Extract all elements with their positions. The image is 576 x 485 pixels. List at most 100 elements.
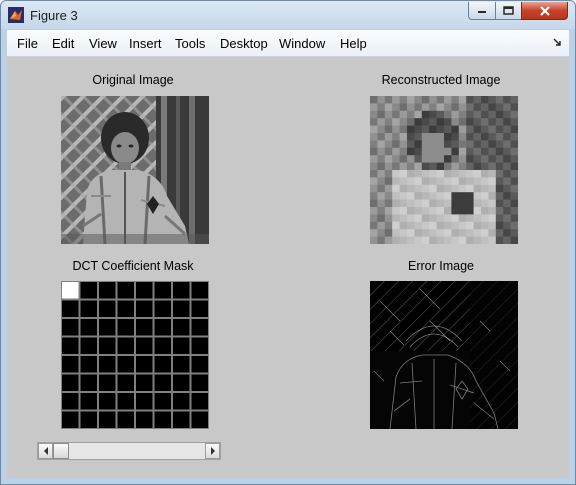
mask-cell[interactable] <box>191 374 209 392</box>
mask-cell[interactable] <box>62 411 79 429</box>
mask-cell[interactable] <box>191 337 209 355</box>
coefficient-slider[interactable] <box>37 442 221 460</box>
mask-cell[interactable] <box>99 282 116 299</box>
dock-arrow-icon[interactable] <box>553 38 563 48</box>
mask-cell[interactable] <box>173 319 190 336</box>
mask-cell[interactable] <box>117 356 135 373</box>
mask-cell[interactable] <box>117 337 135 355</box>
mask-cell[interactable] <box>117 374 135 392</box>
mask-cell[interactable] <box>154 356 172 373</box>
title-bar[interactable]: Figure 3 <box>1 1 575 30</box>
mask-cell[interactable] <box>191 300 209 318</box>
mask-cell[interactable] <box>136 356 153 373</box>
mask-cell[interactable] <box>117 319 135 336</box>
mask-cell[interactable] <box>117 282 135 299</box>
mask-cell[interactable] <box>62 282 79 299</box>
close-button[interactable] <box>521 2 568 20</box>
mask-cell[interactable] <box>154 411 172 429</box>
recon-block <box>384 229 393 237</box>
mask-cell[interactable] <box>62 319 79 336</box>
mask-cell[interactable] <box>80 300 98 318</box>
mask-cell[interactable] <box>173 393 190 410</box>
mask-cell[interactable] <box>191 319 209 336</box>
dct-mask-grid[interactable] <box>61 281 209 429</box>
mask-cell[interactable] <box>80 337 98 355</box>
recon-block <box>384 147 393 156</box>
mask-cell[interactable] <box>62 337 79 355</box>
mask-cell[interactable] <box>62 393 79 410</box>
mask-cell[interactable] <box>62 356 79 373</box>
mask-cell[interactable] <box>191 393 209 410</box>
mask-cell[interactable] <box>191 356 209 373</box>
menu-tools[interactable]: Tools <box>175 36 205 51</box>
recon-block <box>370 229 378 237</box>
mask-cell[interactable] <box>80 282 98 299</box>
mask-cell[interactable] <box>154 282 172 299</box>
mask-cell[interactable] <box>62 374 79 392</box>
mask-cell[interactable] <box>80 374 98 392</box>
mask-cell[interactable] <box>191 282 209 299</box>
slider-thumb[interactable] <box>53 443 69 459</box>
recon-block <box>510 155 519 163</box>
mask-cell[interactable] <box>136 282 153 299</box>
mask-cell[interactable] <box>173 300 190 318</box>
matlab-logo-icon <box>8 7 24 23</box>
mask-cell[interactable] <box>136 374 153 392</box>
menu-insert[interactable]: Insert <box>129 36 162 51</box>
maximize-button[interactable] <box>495 2 522 20</box>
mask-cell[interactable] <box>136 393 153 410</box>
menu-file[interactable]: File <box>17 36 38 51</box>
mask-cell[interactable] <box>80 393 98 410</box>
menu-help[interactable]: Help <box>340 36 367 51</box>
slider-left-arrow[interactable] <box>38 443 53 459</box>
mask-cell[interactable] <box>99 411 116 429</box>
slider-right-arrow[interactable] <box>205 443 220 459</box>
recon-block <box>444 177 452 186</box>
mask-cell[interactable] <box>173 337 190 355</box>
recon-block <box>377 118 386 126</box>
recon-block <box>451 140 460 149</box>
mask-cell[interactable] <box>173 411 190 429</box>
menu-desktop[interactable]: Desktop <box>220 36 268 51</box>
mask-cell[interactable] <box>62 300 79 318</box>
recon-block <box>407 147 415 156</box>
mask-cell[interactable] <box>136 300 153 318</box>
mask-cell[interactable] <box>154 337 172 355</box>
mask-cell[interactable] <box>136 337 153 355</box>
mask-cell[interactable] <box>191 411 209 429</box>
original-image <box>61 96 209 245</box>
mask-cell[interactable] <box>99 374 116 392</box>
mask-cell[interactable] <box>117 411 135 429</box>
mask-cell[interactable] <box>136 411 153 429</box>
mask-cell[interactable] <box>99 393 116 410</box>
recon-block <box>436 118 445 126</box>
mask-cell[interactable] <box>117 393 135 410</box>
mask-cell[interactable] <box>154 393 172 410</box>
menu-window[interactable]: Window <box>279 36 325 51</box>
mask-cell[interactable] <box>99 337 116 355</box>
recon-block <box>399 199 408 208</box>
reconstructed-image-title: Reconstructed Image <box>381 73 501 87</box>
mask-cell[interactable] <box>99 300 116 318</box>
recon-block <box>399 140 408 149</box>
figure-window: Figure 3 File Edit View Insert Tools Des… <box>0 0 576 485</box>
mask-cell[interactable] <box>154 319 172 336</box>
mask-cell[interactable] <box>99 356 116 373</box>
mask-cell[interactable] <box>173 356 190 373</box>
mask-cell[interactable] <box>154 300 172 318</box>
minimize-button[interactable] <box>468 2 496 20</box>
mask-cell[interactable] <box>99 319 116 336</box>
recon-block <box>458 96 467 104</box>
mask-cell[interactable] <box>117 300 135 318</box>
mask-cell[interactable] <box>173 282 190 299</box>
menu-view[interactable]: View <box>89 36 117 51</box>
dct-coefficient-mask[interactable] <box>61 281 209 429</box>
mask-cell[interactable] <box>80 411 98 429</box>
mask-cell[interactable] <box>173 374 190 392</box>
mask-cell[interactable] <box>80 356 98 373</box>
mask-cell[interactable] <box>80 319 98 336</box>
recon-block <box>458 184 467 193</box>
mask-cell[interactable] <box>136 319 153 336</box>
menu-edit[interactable]: Edit <box>52 36 74 51</box>
mask-cell[interactable] <box>154 374 172 392</box>
